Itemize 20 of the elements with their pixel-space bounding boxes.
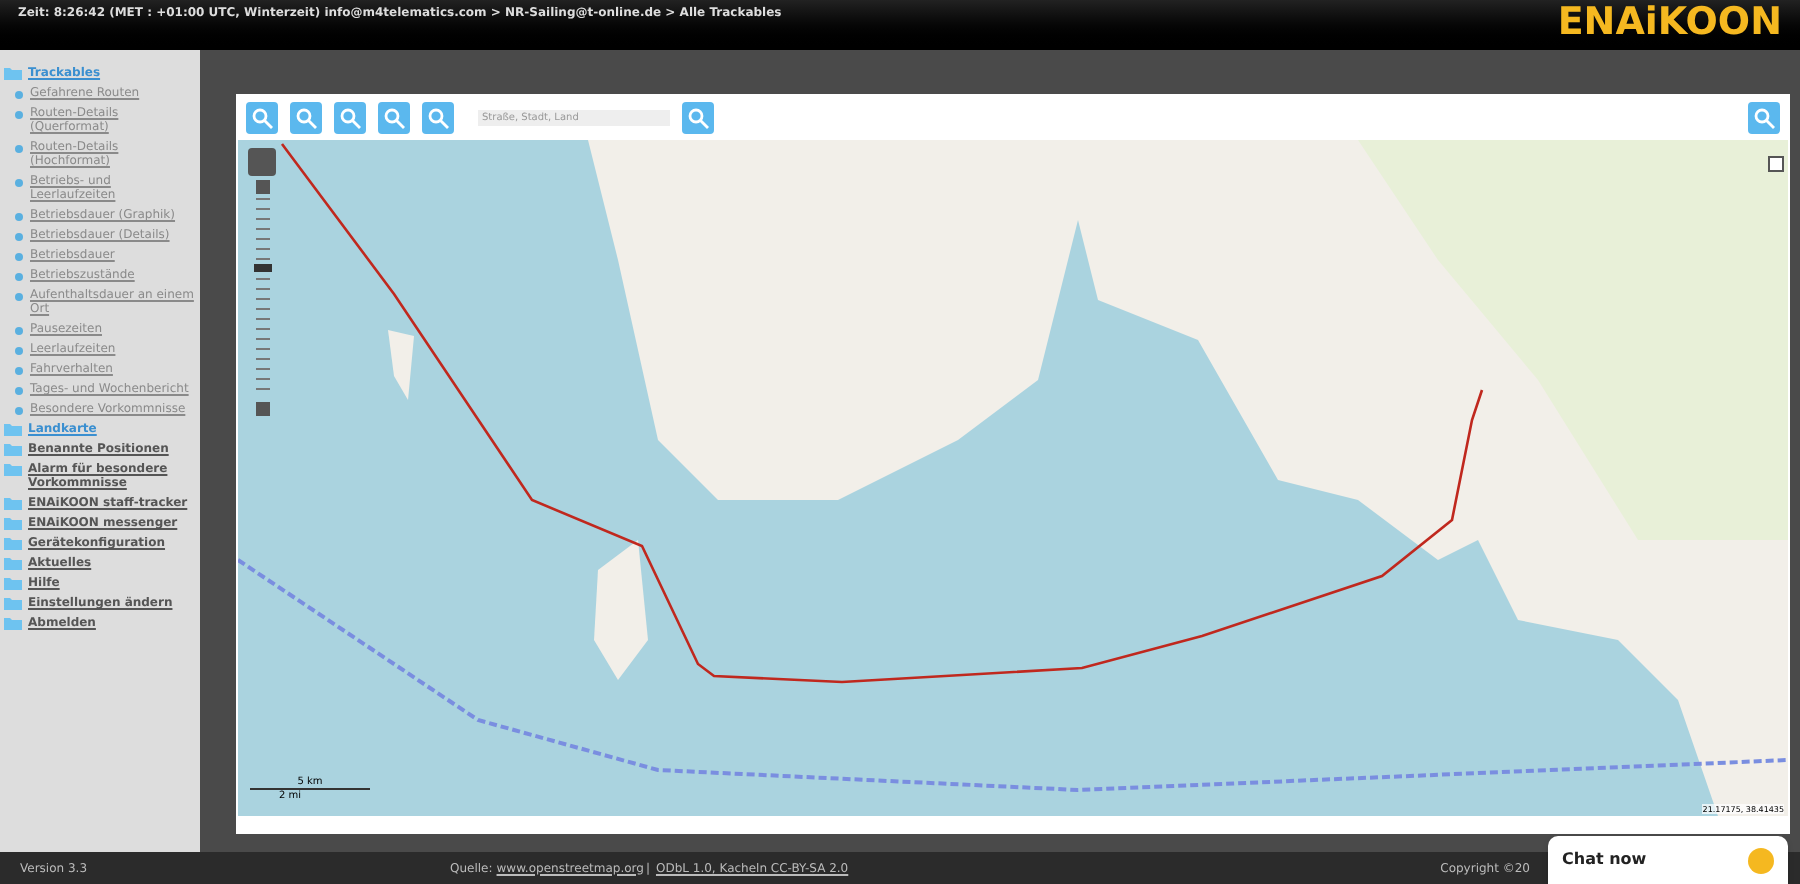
bullet-icon: [14, 326, 24, 336]
folder-icon: [4, 66, 22, 80]
logo: ENAiKOON: [1557, 0, 1782, 44]
bullet-icon: [14, 346, 24, 356]
bullet-icon: [14, 292, 24, 302]
bullet-icon: [14, 232, 24, 242]
bullet-icon: [14, 366, 24, 376]
search-icon[interactable]: [682, 101, 714, 133]
bullet-icon: [14, 178, 24, 188]
bullet-icon: [14, 90, 24, 100]
chat-widget[interactable]: Chat now: [1548, 836, 1788, 884]
bullet-icon: [14, 272, 24, 282]
chat-icon: [1748, 847, 1774, 873]
bullet-icon: [14, 212, 24, 222]
bullet-icon: [14, 406, 24, 416]
bullet-icon: [14, 144, 24, 154]
zoom-slider-thumb[interactable]: [254, 264, 272, 272]
bullet-icon: [14, 252, 24, 262]
bullet-icon: [14, 386, 24, 396]
bullet-icon: [14, 110, 24, 120]
